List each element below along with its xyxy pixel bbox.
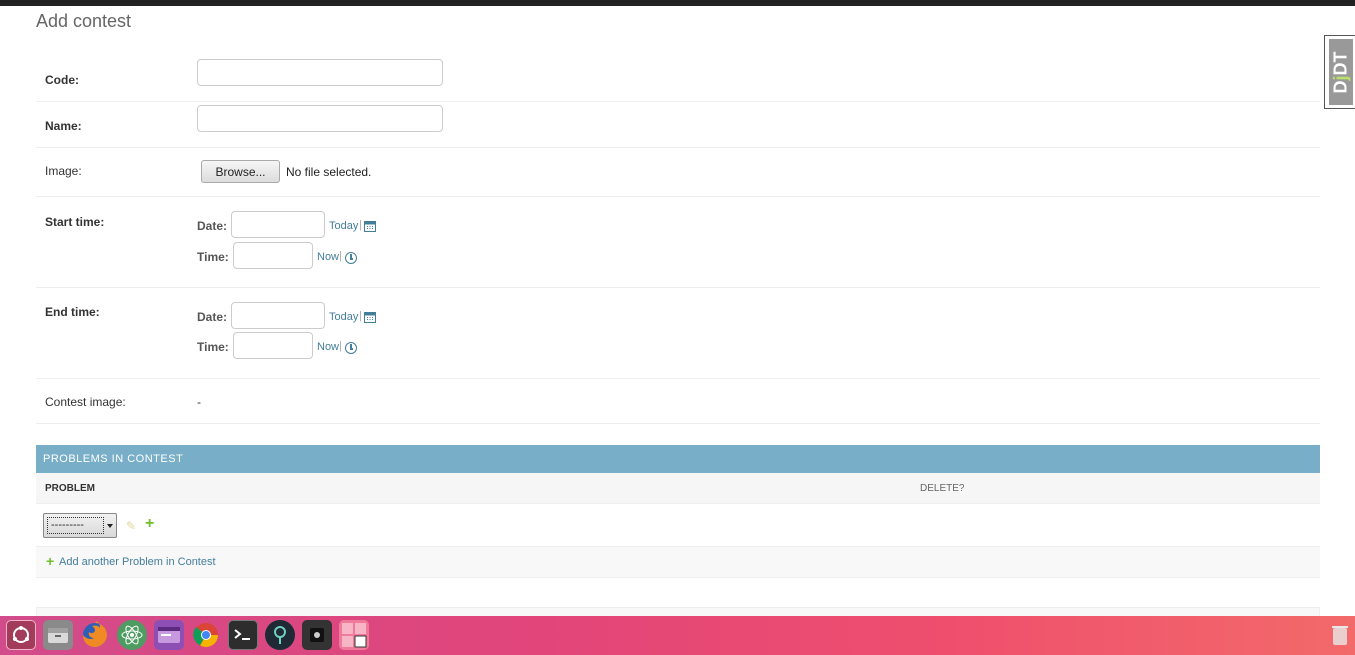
end-today-link[interactable]: Today (329, 311, 358, 323)
code-label: Code: (45, 73, 79, 87)
end-now-link[interactable]: Now (317, 341, 339, 353)
workspace-switcher-icon[interactable] (339, 620, 369, 650)
add-another-link[interactable]: Add another Problem in Contest (59, 556, 216, 568)
clock-icon[interactable] (345, 342, 357, 354)
chrome-icon[interactable] (191, 620, 221, 650)
djdt-label: DjDT (1330, 50, 1351, 94)
end-time-sub-label: Time: (197, 340, 229, 354)
start-time-input[interactable] (233, 242, 313, 269)
trash-icon[interactable] (1328, 620, 1352, 650)
problem-select-value: --------- (47, 517, 104, 534)
keepassxc-icon[interactable] (265, 620, 295, 650)
contest-image-value: - (197, 395, 201, 409)
end-date-label: Date: (197, 310, 228, 324)
end-time-label: End time: (45, 305, 100, 319)
taskbar (0, 616, 1355, 655)
end-time-input[interactable] (233, 332, 313, 359)
inline-column-headers: PROBLEM DELETE? (36, 473, 1320, 504)
contest-image-label: Contest image: (45, 395, 126, 409)
terminal-icon[interactable] (228, 620, 258, 650)
inline-form-row: --------- ✎ + (36, 504, 1320, 547)
start-today-link[interactable]: Today (329, 220, 358, 232)
atom-icon[interactable] (117, 620, 147, 650)
field-row-end-time: End time: Date: Today | Time: Now | (36, 288, 1320, 379)
start-date-label: Date: (197, 219, 228, 233)
calendar-icon[interactable] (364, 220, 376, 232)
start-date-input[interactable] (231, 211, 325, 238)
field-row-name: Name: (36, 102, 1320, 148)
contest-form: Code: Name: Image: Browse... No file sel… (36, 56, 1320, 424)
code-input[interactable] (197, 59, 443, 86)
clock-icon[interactable] (345, 252, 357, 264)
browse-button[interactable]: Browse... (201, 160, 280, 183)
page-title: Add contest (36, 11, 132, 31)
calendar-icon[interactable] (364, 311, 376, 323)
end-date-input[interactable] (231, 302, 325, 329)
firefox-icon[interactable] (80, 620, 110, 650)
field-row-code: Code: (36, 56, 1320, 102)
delete-column-header: DELETE? (920, 483, 965, 494)
pencil-icon[interactable]: ✎ (126, 519, 136, 533)
submit-row (36, 607, 1320, 616)
field-row-start-time: Start time: Date: Today | Time: Now | (36, 197, 1320, 288)
django-debug-toolbar-handle[interactable]: DjDT (1324, 35, 1355, 109)
ubuntu-dash-icon[interactable] (6, 620, 36, 650)
add-another-row[interactable]: + Add another Problem in Contest (36, 547, 1320, 578)
separator: | (359, 219, 362, 231)
file-status: No file selected. (286, 165, 372, 179)
start-time-label: Start time: (45, 215, 105, 229)
name-input[interactable] (197, 105, 443, 132)
plus-icon[interactable]: + (145, 515, 154, 533)
separator: | (359, 310, 362, 322)
app-window-icon[interactable] (154, 620, 184, 650)
field-row-contest-image: Contest image: - (36, 379, 1320, 424)
separator: | (339, 340, 342, 352)
separator: | (339, 250, 342, 262)
problems-inline: PROBLEMS IN CONTEST PROBLEM DELETE? ----… (36, 445, 1320, 578)
plus-icon: + (46, 553, 55, 569)
problem-column-header: PROBLEM (45, 483, 95, 494)
dark-app-icon[interactable] (302, 620, 332, 650)
field-row-image: Image: Browse... No file selected. (36, 148, 1320, 197)
start-time-sub-label: Time: (197, 250, 229, 264)
name-label: Name: (45, 119, 82, 133)
inline-header: PROBLEMS IN CONTEST (36, 445, 1320, 473)
start-now-link[interactable]: Now (317, 251, 339, 263)
chevron-down-icon (107, 524, 113, 528)
image-label: Image: (45, 164, 82, 178)
problem-select[interactable]: --------- (43, 513, 117, 538)
files-icon[interactable] (43, 620, 73, 650)
admin-page: Add contest Code: Name: Image: Browse...… (0, 6, 1355, 616)
